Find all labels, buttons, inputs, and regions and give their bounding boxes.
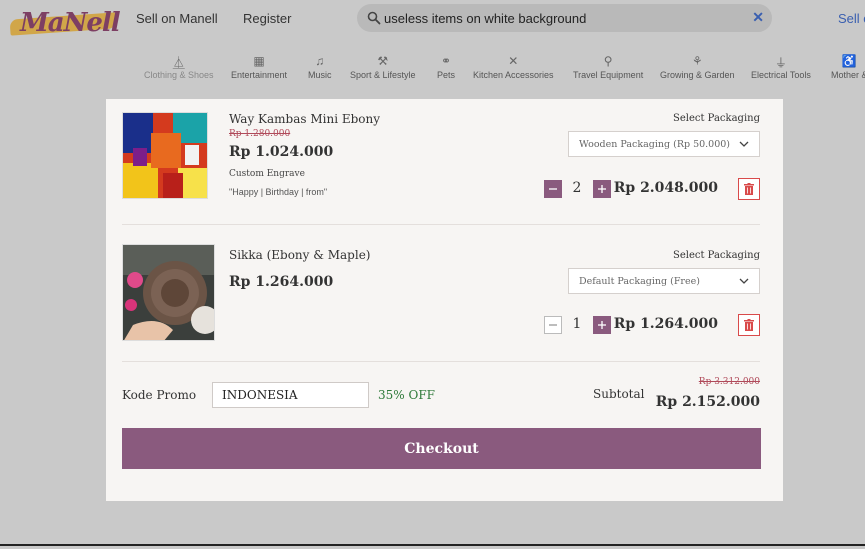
category-label: Mother & (831, 70, 865, 80)
logo[interactable]: MaNell (9, 8, 121, 42)
abstract-painting-image (123, 113, 207, 198)
dumbbell-icon: ⚒ (377, 54, 389, 68)
category-travel-equipment[interactable]: ⚲ Travel Equipment (573, 54, 643, 80)
subtotal-label: Subtotal (593, 387, 645, 401)
category-label: Kitchen Accessories (473, 70, 554, 80)
quantity-value: 2 (572, 180, 582, 196)
packaging-selected-value: Wooden Packaging (Rp 50.000) (579, 139, 731, 150)
category-clothing-shoes[interactable]: ⏅ Clothing & Shoes (144, 54, 214, 80)
woven-bag-image (123, 245, 214, 340)
increase-quantity-button[interactable] (593, 180, 611, 198)
chevron-down-icon (739, 278, 749, 284)
category-label: Growing & Garden (660, 70, 735, 80)
minus-icon (549, 188, 557, 190)
bone-icon: ⚭ (440, 54, 452, 68)
item-divider (122, 361, 760, 362)
select-packaging-label: Select Packaging (673, 113, 760, 124)
original-price: Rp 1.280.000 (229, 129, 291, 139)
product-price: Rp 1.024.000 (229, 144, 334, 160)
product-name[interactable]: Way Kambas Mini Ebony (229, 112, 380, 126)
utensils-icon: ✕ (508, 54, 519, 68)
remove-item-button[interactable] (738, 314, 760, 336)
cart-modal: Way Kambas Mini Ebony Rp 1.280.000 Rp 1.… (106, 99, 783, 501)
promo-code-input[interactable] (212, 382, 369, 408)
register-link[interactable]: Register (243, 11, 291, 26)
search-input[interactable] (384, 8, 744, 28)
category-electrical-tools[interactable]: ⏚ Electrical Tools (751, 54, 811, 80)
subtotal-value: Rp 2.152.000 (655, 394, 760, 410)
window-bottom-border (0, 544, 865, 546)
category-bar: ⏅ Clothing & Shoes ▦ Entertainment ♫ Mus… (0, 54, 865, 84)
category-label: Electrical Tools (751, 70, 811, 80)
category-label: Clothing & Shoes (144, 70, 214, 80)
custom-engrave-value: "Happy | Birthday | from" (229, 187, 328, 197)
packaging-selected-value: Default Packaging (Free) (579, 276, 700, 287)
plus-icon (598, 321, 606, 329)
decrease-quantity-button[interactable] (544, 180, 562, 198)
checkout-button[interactable]: Checkout (122, 428, 761, 469)
line-total: Rp 2.048.000 (613, 180, 718, 196)
trash-icon (744, 319, 754, 331)
plus-icon (598, 185, 606, 193)
binoculars-icon: ⚲ (603, 54, 613, 68)
category-sport-lifestyle[interactable]: ⚒ Sport & Lifestyle (350, 54, 416, 80)
product-image-sikka[interactable] (122, 244, 215, 341)
film-icon: ▦ (253, 54, 265, 68)
custom-engrave-label: Custom Engrave (229, 169, 305, 179)
search-icon (367, 11, 381, 25)
category-growing-garden[interactable]: ⚘ Growing & Garden (660, 54, 735, 80)
cart-item: Sikka (Ebony & Maple) Rp 1.264.000 Selec… (122, 244, 760, 344)
top-header: MaNell Sell on Manell Register ✕ Sell o … (0, 0, 865, 92)
chevron-down-icon (739, 141, 749, 147)
packaging-select[interactable]: Default Packaging (Free) (568, 268, 760, 294)
clear-search-icon[interactable]: ✕ (752, 9, 764, 26)
category-music[interactable]: ♫ Music (308, 54, 332, 80)
select-packaging-label: Select Packaging (673, 250, 760, 261)
category-entertainment[interactable]: ▦ Entertainment (231, 54, 287, 80)
category-label: Pets (437, 70, 456, 80)
product-image-way-kambas[interactable] (122, 112, 208, 199)
music-note-icon: ♫ (315, 54, 325, 68)
plant-icon: ⚘ (691, 54, 703, 68)
packaging-select[interactable]: Wooden Packaging (Rp 50.000) (568, 131, 760, 157)
category-label: Music (308, 70, 332, 80)
category-label: Sport & Lifestyle (350, 70, 416, 80)
plug-icon: ⏚ (774, 56, 787, 70)
search-bar[interactable]: ✕ (357, 4, 772, 32)
quantity-value: 1 (572, 316, 582, 332)
promo-discount-badge: 35% OFF (378, 388, 435, 402)
category-mother[interactable]: ♿ Mother & (831, 54, 865, 80)
trash-icon (744, 183, 754, 195)
promo-code-label: Kode Promo (122, 388, 197, 402)
category-label: Travel Equipment (573, 70, 644, 80)
item-divider (122, 224, 760, 225)
category-pets[interactable]: ⚭ Pets (437, 54, 455, 80)
product-name[interactable]: Sikka (Ebony & Maple) (229, 248, 370, 262)
product-price: Rp 1.264.000 (229, 274, 334, 290)
cart-item: Way Kambas Mini Ebony Rp 1.280.000 Rp 1.… (122, 112, 760, 212)
subtotal-original: Rp 3.312.000 (698, 377, 760, 387)
remove-item-button[interactable] (738, 178, 760, 200)
increase-quantity-button[interactable] (593, 316, 611, 334)
stroller-icon: ♿ (841, 54, 857, 68)
decrease-quantity-button[interactable] (544, 316, 562, 334)
sell-on-manell-link[interactable]: Sell on Manell (136, 11, 218, 26)
category-kitchen-accessories[interactable]: ✕ Kitchen Accessories (473, 54, 554, 80)
category-label: Entertainment (231, 70, 288, 80)
hanger-icon: ⏅ (172, 56, 185, 70)
line-total: Rp 1.264.000 (613, 316, 718, 332)
logo-text: MaNell (20, 8, 121, 38)
sell-link-right[interactable]: Sell o (838, 11, 865, 26)
minus-icon (549, 324, 557, 326)
